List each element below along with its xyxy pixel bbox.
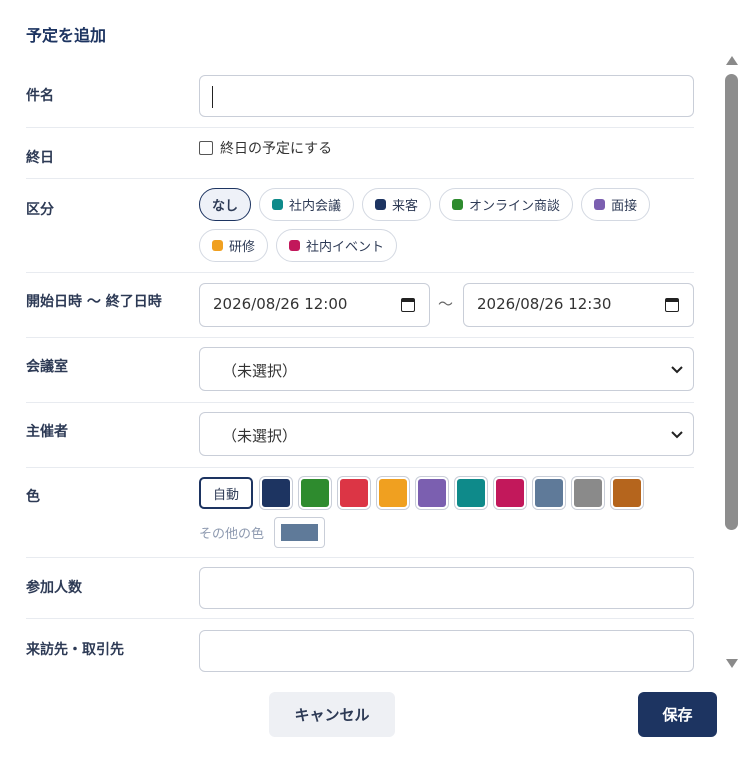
color-dot <box>212 240 223 251</box>
start-datetime-input[interactable]: 2026/08/26 12:00 <box>199 283 430 327</box>
color-dot <box>375 199 387 210</box>
category-chip-interview[interactable]: 面接 <box>581 188 651 221</box>
category-chip-internal-meeting[interactable]: 社内会議 <box>259 188 355 221</box>
other-color-label: その他の色 <box>199 527 265 542</box>
chip-label: 面接 <box>611 199 638 214</box>
organizer-select[interactable]: （未選択） <box>199 412 694 456</box>
color-swatch-gray[interactable] <box>572 477 604 509</box>
attendees-row: 参加人数 <box>26 558 694 619</box>
color-row: 色 自動 その他の色 <box>26 468 694 558</box>
category-chip-online-meeting[interactable]: オンライン商談 <box>439 188 574 221</box>
scroll-up-arrow-icon[interactable] <box>726 56 738 65</box>
datetime-label: 開始日時 〜 終了日時 <box>26 294 162 310</box>
color-swatch-orange[interactable] <box>377 477 409 509</box>
color-swatch-magenta[interactable] <box>494 477 526 509</box>
all-day-checkbox[interactable]: 終日の予定にする <box>199 138 332 158</box>
chip-label: 社内会議 <box>289 199 342 214</box>
category-chip-internal-event[interactable]: 社内イベント <box>276 229 398 262</box>
attendees-label: 参加人数 <box>26 580 82 596</box>
datetime-separator: ～ <box>438 295 454 313</box>
color-swatch-purple[interactable] <box>416 477 448 509</box>
subject-row: 件名 <box>26 60 694 128</box>
text-caret <box>212 86 213 108</box>
color-auto-button[interactable]: 自動 <box>199 477 253 509</box>
color-dot <box>594 199 606 210</box>
color-swatches: 自動 <box>199 477 643 509</box>
color-dot <box>289 240 301 251</box>
room-row: 会議室 （未選択） <box>26 338 694 403</box>
chip-label: 来客 <box>392 199 419 214</box>
subject-label: 件名 <box>26 88 54 104</box>
all-day-checkbox-label: 終日の予定にする <box>220 141 333 157</box>
chip-label: オンライン商談 <box>469 199 561 214</box>
organizer-select-value: （未選択） <box>222 427 298 445</box>
color-swatch-teal[interactable] <box>455 477 487 509</box>
other-color-input[interactable] <box>274 517 326 548</box>
chip-label: なし <box>212 199 239 214</box>
category-chips: なし 社内会議 来客 オンライン商談 面接 研修 社内イベント <box>199 188 694 262</box>
organizer-label: 主催者 <box>26 424 68 440</box>
all-day-label: 終日 <box>26 150 54 166</box>
other-color: その他の色 <box>199 517 643 548</box>
end-datetime-input[interactable]: 2026/08/26 12:30 <box>463 283 694 327</box>
all-day-row: 終日 終日の予定にする <box>26 128 694 179</box>
form-content: 件名 終日 終日の予定にする 区分 なし 社内会議 来客 オンライン商談 面接 … <box>0 60 722 677</box>
category-chip-training[interactable]: 研修 <box>199 229 269 262</box>
chip-label: 社内イベント <box>306 240 385 255</box>
add-event-dialog: 予定を追加 件名 終日 終日の予定にする 区分 なし 社内会議 来客 オンライン… <box>0 0 744 762</box>
organizer-row: 主催者 （未選択） <box>26 403 694 468</box>
color-swatch-green[interactable] <box>299 477 331 509</box>
color-swatch-navy[interactable] <box>260 477 292 509</box>
chip-label: 研修 <box>229 240 256 255</box>
category-label: 区分 <box>26 202 54 218</box>
color-picker: 自動 その他の色 <box>199 477 643 548</box>
color-swatch-brown[interactable] <box>611 477 643 509</box>
color-swatch-slate[interactable] <box>533 477 565 509</box>
cancel-button[interactable]: キャンセル <box>269 692 395 737</box>
color-dot <box>272 199 284 210</box>
chevron-down-icon <box>671 366 683 374</box>
scrollbar[interactable] <box>724 52 740 672</box>
calendar-icon[interactable] <box>401 298 415 312</box>
category-row: 区分 なし 社内会議 来客 オンライン商談 面接 研修 社内イベント <box>26 179 694 273</box>
category-chip-visitor[interactable]: 来客 <box>362 188 432 221</box>
other-color-preview <box>281 524 319 541</box>
visitor-input[interactable] <box>199 630 694 672</box>
color-swatch-red[interactable] <box>338 477 370 509</box>
save-button[interactable]: 保存 <box>638 692 717 737</box>
dialog-title: 予定を追加 <box>26 26 107 45</box>
room-label: 会議室 <box>26 359 68 375</box>
subject-input[interactable] <box>199 75 694 117</box>
datetime-row: 開始日時 〜 終了日時 2026/08/26 12:00 ～ 2026/08/2… <box>26 273 694 338</box>
color-dot <box>452 199 464 210</box>
attendees-input[interactable] <box>199 567 694 609</box>
room-select[interactable]: （未選択） <box>199 347 694 391</box>
color-label: 色 <box>26 489 40 505</box>
end-datetime-value: 2026/08/26 12:30 <box>477 295 612 313</box>
calendar-icon[interactable] <box>665 298 679 312</box>
scrollbar-thumb[interactable] <box>725 74 738 530</box>
room-select-value: （未選択） <box>222 362 298 380</box>
chevron-down-icon <box>671 431 683 439</box>
category-chip-none[interactable]: なし <box>199 188 252 221</box>
start-datetime-value: 2026/08/26 12:00 <box>213 295 348 313</box>
scroll-down-arrow-icon[interactable] <box>726 659 738 668</box>
checkbox-box[interactable] <box>199 141 213 155</box>
visitor-row: 来訪先・取引先 <box>26 619 694 677</box>
visitor-label: 来訪先・取引先 <box>26 642 124 658</box>
